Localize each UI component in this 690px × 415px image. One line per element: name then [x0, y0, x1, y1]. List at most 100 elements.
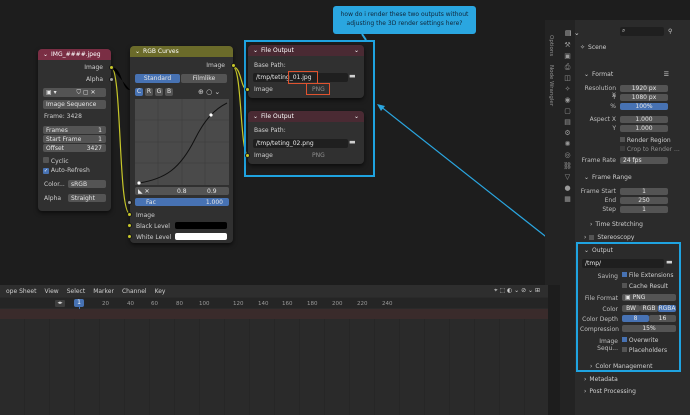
- physics-icon[interactable]: ◎: [560, 150, 575, 161]
- render-region-checkbox[interactable]: Render Region: [620, 137, 671, 144]
- out-image-socket[interactable]: [109, 65, 114, 70]
- depth-8[interactable]: 8: [622, 315, 649, 322]
- chevron-down-icon[interactable]: ⌄: [354, 113, 359, 120]
- frame-rate-select[interactable]: 24 fps: [620, 157, 668, 164]
- chevron-down-icon[interactable]: ⌄: [135, 48, 140, 55]
- menu-view[interactable]: View: [44, 288, 58, 295]
- start-frame-field[interactable]: Start Frame 1: [43, 135, 106, 143]
- pin-icon[interactable]: ⚲: [668, 28, 672, 35]
- image-node[interactable]: ⌄ IMG_####.jpeg Image Alpha ▣ ▾ ⛉ ▢ ✕ Im…: [38, 49, 114, 211]
- menu-marker[interactable]: Marker: [93, 288, 114, 295]
- white-level-swatch[interactable]: [175, 233, 227, 240]
- folder-icon[interactable]: ▬: [349, 72, 356, 80]
- properties-editor-icon[interactable]: ▤ ⌄: [565, 29, 580, 37]
- rgb-curves-node[interactable]: ⌄ RGB Curves Image Standard Filmlike C R …: [127, 46, 236, 243]
- menu-channel[interactable]: Channel: [122, 288, 147, 295]
- folder-icon[interactable]: ▬: [666, 258, 673, 266]
- colorspace-select[interactable]: sRGB: [68, 180, 106, 188]
- tab-node-wrangler[interactable]: Node Wrangler: [548, 65, 554, 106]
- properties-search[interactable]: ⌕: [620, 27, 664, 36]
- autorefresh-checkbox[interactable]: ✓ Auto-Refresh: [43, 167, 90, 174]
- panel-metadata[interactable]: › Metadata: [580, 374, 675, 385]
- editor-type[interactable]: ope Sheet: [6, 288, 36, 295]
- frame-end-field[interactable]: 250: [620, 197, 668, 204]
- constraint-icon[interactable]: ⛓: [560, 161, 575, 172]
- fac-field[interactable]: Fac 1.000: [135, 198, 229, 206]
- sidebar-tabs-strip[interactable]: Options Node Wrangler: [545, 20, 560, 285]
- current-frame[interactable]: 1: [74, 299, 84, 307]
- panel-post-processing[interactable]: › Post Processing: [580, 386, 675, 397]
- base-path-input-2[interactable]: /tmp/teting_02.png: [253, 139, 348, 148]
- filter-icon[interactable]: ⌖ ⬚ ◐ ⌄ ⊘ ⌄ ⊞: [494, 287, 540, 295]
- chevron-down-icon[interactable]: ⌄: [354, 47, 359, 54]
- texture-icon[interactable]: ▦: [560, 194, 575, 205]
- timeline-area[interactable]: ope Sheet View Select Marker Channel Key…: [0, 285, 548, 415]
- file-output-node-2[interactable]: ⌄ File Output ⌄ Base Path: /tmp/teting_02.…: [245, 111, 364, 164]
- chevron-down-icon[interactable]: ⌄: [253, 113, 258, 120]
- black-level-socket[interactable]: [127, 223, 132, 228]
- curve-point-field[interactable]: ◣ ✕ 0.8 0.9: [135, 187, 229, 195]
- alpha-select[interactable]: Straight: [68, 194, 106, 202]
- world-icon[interactable]: ◉: [560, 95, 575, 106]
- panel-output[interactable]: ⌄ Output: [580, 245, 675, 256]
- tab-filmlike[interactable]: Filmlike: [181, 74, 227, 83]
- properties-tab-column[interactable]: ⚒ ▣ ⎙ ◫ ✧ ◉ ▢ ▤ ⚙ ✺ ◎ ⛓ ▽ ● ▦: [560, 20, 575, 415]
- curves-in-image-socket[interactable]: [127, 212, 132, 217]
- collection-icon[interactable]: ▢: [560, 106, 575, 117]
- panel-time-stretching[interactable]: › Time Stretching: [580, 219, 675, 230]
- resolution-pct-field[interactable]: 100%: [620, 103, 668, 110]
- scene-icon[interactable]: ✧: [560, 84, 575, 95]
- curves-header[interactable]: ⌄ RGB Curves: [130, 46, 233, 57]
- depth-16[interactable]: 16: [649, 315, 676, 322]
- keyframe-area[interactable]: [0, 319, 548, 415]
- cyclic-checkbox[interactable]: Cyclic: [43, 157, 69, 165]
- source-select[interactable]: Image Sequence: [43, 100, 106, 109]
- color-bw[interactable]: BW: [622, 305, 640, 312]
- color-rgb[interactable]: RGB: [640, 305, 658, 312]
- file-extensions-checkbox[interactable]: File Extensions: [622, 272, 673, 279]
- chevron-down-icon[interactable]: ⌄: [253, 47, 258, 54]
- compression-field[interactable]: 15%: [622, 325, 676, 332]
- material-icon[interactable]: ●: [560, 183, 575, 194]
- black-level-swatch[interactable]: [175, 222, 227, 229]
- modifier-icon[interactable]: ⚙: [560, 128, 575, 139]
- white-level-socket[interactable]: [127, 234, 132, 239]
- frames-field[interactable]: Frames 1: [43, 126, 106, 134]
- aspect-y-field[interactable]: 1.000: [620, 125, 668, 132]
- curve-graph[interactable]: [135, 99, 229, 185]
- frame-step-field[interactable]: 1: [620, 206, 668, 213]
- fac-socket[interactable]: [127, 200, 132, 205]
- output-path-input[interactable]: /tmp/: [582, 259, 664, 268]
- channel-g[interactable]: G: [155, 88, 163, 96]
- resolution-y-field[interactable]: 1080 px: [620, 94, 668, 101]
- particles-icon[interactable]: ✺: [560, 139, 575, 150]
- menu-key[interactable]: Key: [155, 288, 166, 295]
- color-rgba[interactable]: RGBA: [658, 305, 676, 312]
- render-icon[interactable]: ▣: [560, 51, 575, 62]
- crop-checkbox[interactable]: Crop to Render ...: [620, 146, 680, 153]
- out2-image-socket[interactable]: [245, 153, 250, 158]
- tab-standard[interactable]: Standard: [135, 74, 180, 83]
- overwrite-checkbox[interactable]: Overwrite: [622, 337, 658, 344]
- tab-options[interactable]: Options: [548, 35, 554, 56]
- channel-b[interactable]: B: [165, 88, 173, 96]
- aspect-x-field[interactable]: 1.000: [620, 116, 668, 123]
- output-icon[interactable]: ⎙: [560, 62, 575, 73]
- cache-result-checkbox[interactable]: Cache Result: [622, 283, 668, 290]
- panel-frame-range[interactable]: ⌄ Frame Range: [580, 172, 675, 183]
- frame-start-field[interactable]: 1: [620, 188, 668, 195]
- menu-select[interactable]: Select: [67, 288, 86, 295]
- out-alpha-socket[interactable]: [109, 77, 114, 82]
- panel-color-management[interactable]: › Color Management: [580, 361, 675, 372]
- offset-field[interactable]: Offset 3427: [43, 144, 106, 152]
- curves-out-socket[interactable]: [231, 63, 236, 68]
- view-layer-icon[interactable]: ◫: [560, 73, 575, 84]
- image-browser[interactable]: ▣ ▾ ⛉ ▢ ✕: [43, 88, 106, 97]
- tool-icon[interactable]: ⚒: [560, 40, 575, 51]
- channel-c[interactable]: C: [135, 88, 143, 96]
- file-output-2-header[interactable]: ⌄ File Output ⌄: [248, 111, 364, 122]
- folder-icon[interactable]: ▬: [349, 138, 356, 146]
- resolution-x-field[interactable]: 1920 px: [620, 85, 668, 92]
- out1-image-socket[interactable]: [245, 87, 250, 92]
- placeholders-checkbox[interactable]: Placeholders: [622, 347, 667, 354]
